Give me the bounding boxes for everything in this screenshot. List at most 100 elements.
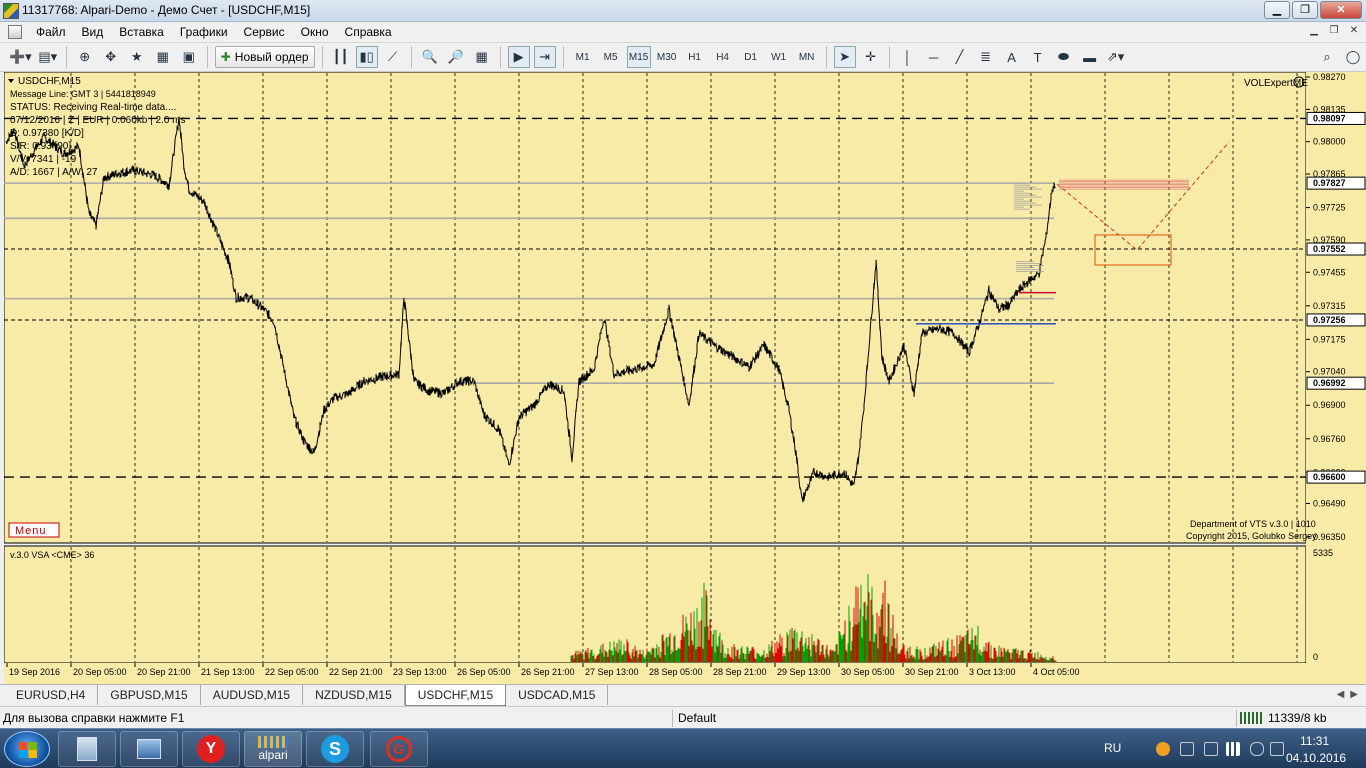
title-bar: 11317768: Alpari-Demo - Демо Счет - [USD… <box>0 0 1366 22</box>
tray-flag-icon[interactable] <box>1180 742 1194 756</box>
ellipse-icon[interactable]: ⬬ <box>1053 46 1075 68</box>
new-order-button[interactable]: ✚ Новый ордер <box>214 46 315 68</box>
profiles-icon[interactable]: ▤▾ <box>37 46 59 68</box>
info-line-1: Message Line: GMT 3 | 5441818949 <box>10 89 156 99</box>
trendline-icon[interactable]: ╱ <box>949 46 971 68</box>
time-tick-label: 26 Sep 21:00 <box>521 667 575 677</box>
zoom-in-icon[interactable]: 🔍 <box>419 46 441 68</box>
timeframe-m5[interactable]: M5 <box>599 46 623 68</box>
menu-file[interactable]: Файл <box>28 22 74 42</box>
price-marker-label: 0.96992 <box>1313 378 1346 388</box>
vertical-line-icon[interactable]: │ <box>897 46 919 68</box>
yandex-icon[interactable]: Y <box>182 731 240 767</box>
time-tick-label: 28 Sep 05:00 <box>649 667 703 677</box>
tile-windows-icon[interactable]: ▦ <box>471 46 493 68</box>
time-tick-label: 20 Sep 21:00 <box>137 667 191 677</box>
minimize-button[interactable]: ▁ <box>1264 1 1290 19</box>
profile-name: Default <box>678 711 717 725</box>
tray-device-icon[interactable] <box>1204 742 1218 756</box>
status-bar: Для вызова справки нажмите F1 Default 11… <box>0 706 1366 728</box>
close-button[interactable]: ✕ <box>1320 1 1362 19</box>
timeframe-m1[interactable]: M1 <box>571 46 595 68</box>
toolbar-separator <box>321 46 323 68</box>
menu-charts[interactable]: Графики <box>172 22 236 42</box>
info-line-3: 07/12/2016 | Z | EUR | 0.060kb | 2.0 ms <box>10 115 185 126</box>
skype-icon[interactable]: S <box>306 731 364 767</box>
timeframe-m15[interactable]: M15 <box>626 46 651 68</box>
data-window-icon[interactable]: ✥ <box>100 46 122 68</box>
zoom-out-icon[interactable]: 🔎 <box>445 46 467 68</box>
mdi-close-icon[interactable]: ✕ <box>1346 24 1362 39</box>
tab-gbpusd[interactable]: GBPUSD,M15 <box>98 685 201 705</box>
price-chart[interactable]: 0.982700.981350.980000.978650.977250.975… <box>3 71 1366 684</box>
text-tool-icon[interactable]: A <box>1001 46 1023 68</box>
calculator-icon[interactable] <box>58 731 116 767</box>
alpari-icon <box>258 736 288 748</box>
tab-right-icon[interactable]: ▶ <box>1350 689 1358 700</box>
connection-status: 11339/8 kb <box>1268 711 1327 725</box>
menu-help[interactable]: Справка <box>337 22 400 42</box>
candlestick-icon[interactable]: ▮▯ <box>355 46 378 68</box>
window-title: 11317768: Alpari-Demo - Демо Счет - [USD… <box>22 3 311 17</box>
signal-icon[interactable] <box>1226 742 1240 756</box>
horizontal-line-icon[interactable]: ─ <box>923 46 945 68</box>
strategy-tester-icon[interactable]: ▣ <box>178 46 200 68</box>
arrows-icon[interactable]: ⇗▾ <box>1105 46 1127 68</box>
menu-insert[interactable]: Вставка <box>111 22 172 42</box>
price-marker-label: 0.98097 <box>1313 113 1346 123</box>
tab-eurusd[interactable]: EURUSD,H4 <box>4 685 99 705</box>
auto-scroll-icon[interactable]: ▶ <box>507 46 530 68</box>
clock-time[interactable]: 11:31 <box>1300 734 1329 748</box>
new-chart-icon[interactable]: ➕▾ <box>8 46 33 68</box>
clock-date[interactable]: 04.10.2016 <box>1286 751 1346 765</box>
tab-audusd[interactable]: AUDUSD,M15 <box>201 685 304 705</box>
tab-left-icon[interactable]: ◀ <box>1337 689 1345 700</box>
text-label-icon[interactable]: T <box>1027 46 1049 68</box>
timeframe-mn[interactable]: MN <box>795 46 819 68</box>
mdi-minimize-icon[interactable]: ▁ <box>1306 24 1322 39</box>
price-tick-label: 0.97455 <box>1313 267 1346 277</box>
navigator-icon[interactable]: ★ <box>126 46 148 68</box>
chart-symbol-label: USDCHF,M15 <box>18 76 81 87</box>
chat-icon[interactable]: ◯ <box>1342 46 1364 68</box>
line-chart-icon[interactable]: ⟋ <box>382 46 404 68</box>
rectangle-icon[interactable]: ▬ <box>1079 46 1101 68</box>
toolbar-separator <box>410 46 412 68</box>
start-button[interactable] <box>4 731 50 767</box>
terminal-icon[interactable]: ▦ <box>152 46 174 68</box>
search-icon[interactable]: ⌕ <box>1316 46 1338 68</box>
crosshair-icon[interactable]: ✛ <box>860 46 882 68</box>
timeframe-w1[interactable]: W1 <box>767 46 791 68</box>
gomez-icon[interactable]: G <box>370 731 428 767</box>
language-indicator[interactable]: RU <box>1104 741 1121 755</box>
menu-view[interactable]: Вид <box>74 22 112 42</box>
tray-app-icon[interactable] <box>1156 742 1170 756</box>
volume-icon[interactable] <box>1270 742 1284 756</box>
chart-shift-icon[interactable]: ⇥ <box>533 46 556 68</box>
alpari-task[interactable]: alpari <box>244 731 302 767</box>
timeframe-h1[interactable]: H1 <box>683 46 707 68</box>
document-icon[interactable] <box>8 25 22 39</box>
channel-icon[interactable]: ≣ <box>975 46 997 68</box>
cursor-icon[interactable]: ➤ <box>833 46 856 68</box>
menu-window[interactable]: Окно <box>293 22 337 42</box>
market-watch-icon[interactable]: ⊕ <box>74 46 96 68</box>
tab-usdcad[interactable]: USDCAD,M15 <box>506 685 609 705</box>
menu-tools[interactable]: Сервис <box>236 22 293 42</box>
info-line-7: A/D: 1667 | A/W: 27 <box>10 167 98 178</box>
tab-usdchf[interactable]: USDCHF,M15 <box>404 685 507 706</box>
mdi-restore-icon[interactable]: ❐ <box>1326 24 1342 39</box>
timeframe-d1[interactable]: D1 <box>739 46 763 68</box>
bar-chart-icon[interactable]: ┃┃ <box>330 46 352 68</box>
price-marker-label: 0.97256 <box>1313 315 1346 325</box>
timeframe-m30[interactable]: M30 <box>655 46 679 68</box>
network-icon[interactable] <box>120 731 178 767</box>
tab-nzdusd[interactable]: NZDUSD,M15 <box>303 685 405 705</box>
chart-window[interactable]: 0.98270 0.98135 0.98000 0.97865 0.97725 0.975… <box>3 71 1366 684</box>
time-tick-label: 30 Sep 05:00 <box>841 667 895 677</box>
restore-button[interactable]: ❐ <box>1292 1 1318 19</box>
price-marker-label: 0.97552 <box>1313 244 1346 254</box>
timeframe-h4[interactable]: H4 <box>711 46 735 68</box>
window-controls: ▁ ❐ ✕ <box>1264 1 1362 19</box>
network-tray-icon[interactable] <box>1250 742 1264 756</box>
